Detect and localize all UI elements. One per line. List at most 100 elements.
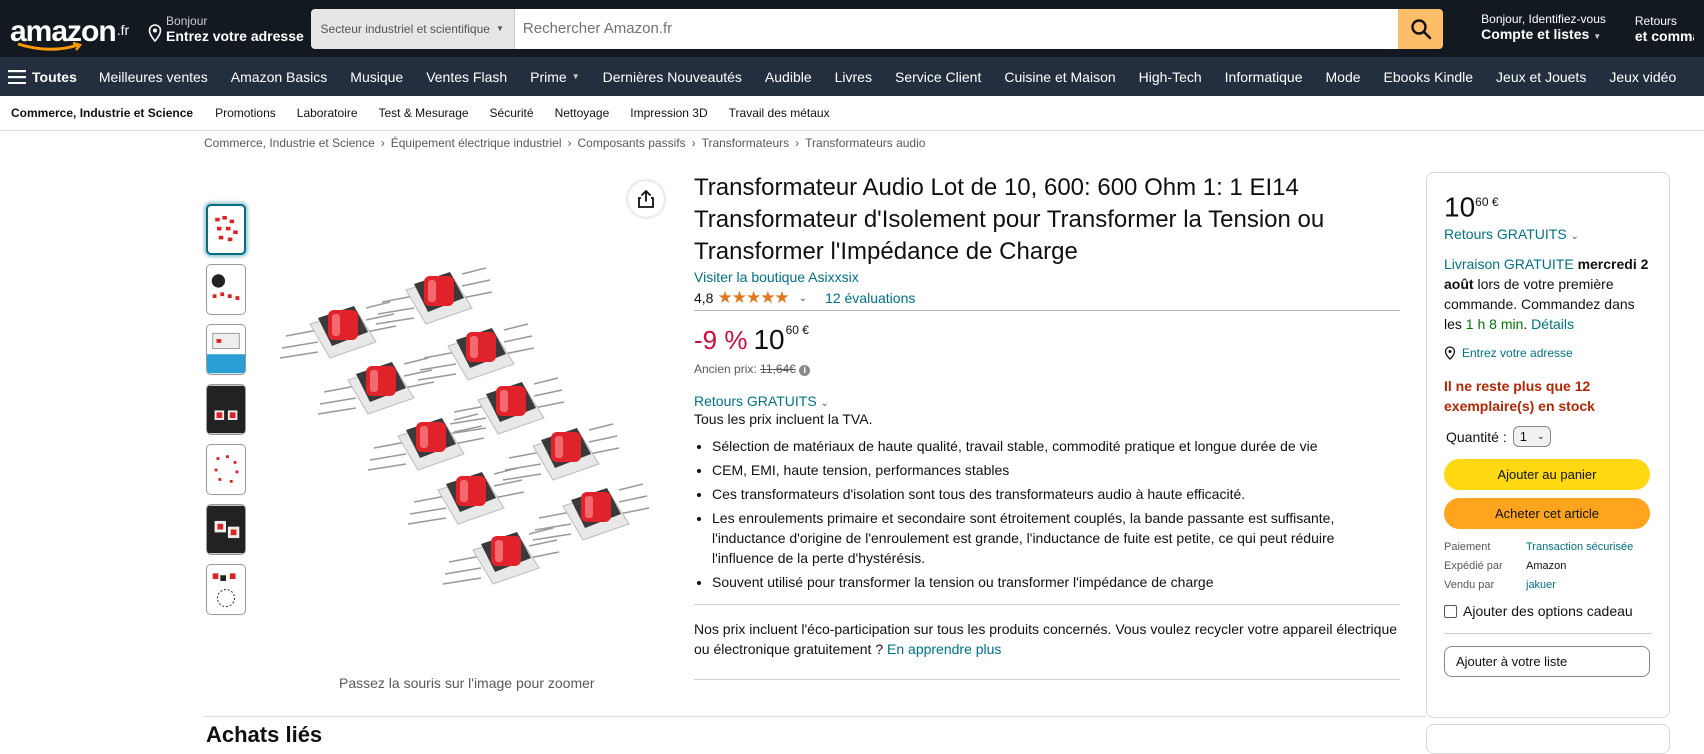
old-price: Ancien prix: 11,64€ i xyxy=(694,362,1400,376)
info-icon[interactable]: i xyxy=(799,365,811,376)
nav-item-ventes-flash[interactable]: Ventes Flash xyxy=(426,69,507,85)
buybox-price-whole: 10 xyxy=(1444,191,1476,223)
breadcrumb-separator: › xyxy=(691,136,696,150)
category-subnav: Commerce, Industrie et Science Promotion… xyxy=(0,96,1704,131)
nav-item-nouveautes[interactable]: Dernières Nouveautés xyxy=(603,69,742,85)
nav-item-high-tech[interactable]: High-Tech xyxy=(1139,69,1202,85)
nav-item-informatique[interactable]: Informatique xyxy=(1225,69,1303,85)
section-heading: Achats liés xyxy=(206,722,323,747)
gift-checkbox[interactable] xyxy=(1444,604,1457,618)
star-rating-icon[interactable]: ★★★★★ xyxy=(717,288,789,308)
buybox-address[interactable]: Entrez votre adresse xyxy=(1444,346,1652,360)
account-small: Bonjour, Identifiez-vous xyxy=(1481,12,1606,26)
buy-box: 1060 € Retours GRATUITS ⌄ Livraison GRAT… xyxy=(1426,172,1670,718)
subnav-item-securite[interactable]: Sécurité xyxy=(490,106,534,120)
breadcrumb-separator: › xyxy=(795,136,800,150)
details-link[interactable]: Détails xyxy=(1531,316,1574,332)
product-details: Transformateur Audio Lot de 10, 600: 600… xyxy=(694,172,1400,680)
payment-link[interactable]: Transaction sécurisée xyxy=(1526,541,1652,553)
transformer-unit xyxy=(532,483,650,541)
seller-info: Paiement Transaction sécurisée Expédié p… xyxy=(1444,541,1652,591)
divider xyxy=(694,604,1400,605)
discount-badge: -9 % xyxy=(694,325,748,355)
reviews-link[interactable]: 12 évaluations xyxy=(825,290,915,306)
buybox-address-link: Entrez votre adresse xyxy=(1462,346,1573,361)
nav-item-audible[interactable]: Audible xyxy=(765,69,812,85)
thumbnail-5[interactable] xyxy=(206,444,246,495)
add-to-list-button[interactable]: Ajouter à votre liste xyxy=(1444,646,1650,678)
feature-bullet: Ces transformateurs d'isolation sont tou… xyxy=(712,484,1400,504)
breadcrumb-link[interactable]: Équipement électrique industriel xyxy=(391,136,562,150)
subnav-item-test-mesurage[interactable]: Test & Mesurage xyxy=(379,106,469,120)
nav-item-jeux-jouets[interactable]: Jeux et Jouets xyxy=(1496,69,1586,85)
nav-item-meilleures-ventes[interactable]: Meilleures ventes xyxy=(99,69,208,85)
subnav-item-nettoyage[interactable]: Nettoyage xyxy=(555,106,610,120)
breadcrumb-link[interactable]: Composants passifs xyxy=(578,136,686,150)
subnav-item-laboratoire[interactable]: Laboratoire xyxy=(297,106,358,120)
search-button[interactable] xyxy=(1398,8,1444,49)
location-pin-icon xyxy=(148,23,162,42)
free-delivery-link[interactable]: Livraison GRATUITE xyxy=(1444,256,1574,272)
price-whole: 10 xyxy=(753,324,785,355)
search-category-dropdown[interactable]: Secteur industriel et scientifique ▼ xyxy=(310,8,515,49)
thumbnail-2[interactable] xyxy=(206,264,246,315)
nav-item-ebooks-kindle[interactable]: Ebooks Kindle xyxy=(1384,69,1474,85)
sold-label: Vendu par xyxy=(1444,579,1495,592)
thumbnail-6[interactable] xyxy=(206,504,246,555)
gift-options: Ajouter des options cadeau xyxy=(1444,603,1652,635)
buy-now-button[interactable]: Acheter cet article xyxy=(1444,498,1650,530)
thumbnail-1[interactable] xyxy=(206,204,246,255)
quantity-select[interactable]: 1 ⌄ xyxy=(1512,426,1552,448)
caret-down-icon: ▼ xyxy=(1593,32,1602,41)
nav-item-mode[interactable]: Mode xyxy=(1326,69,1361,85)
subnav-item-promotions[interactable]: Promotions xyxy=(215,106,276,120)
subnav-item-impression-3d[interactable]: Impression 3D xyxy=(630,106,707,120)
amazon-logo[interactable]: amazon .fr xyxy=(10,8,138,51)
nav-item-jeux-video[interactable]: Jeux vidéo xyxy=(1609,69,1676,85)
subnav-category-title[interactable]: Commerce, Industrie et Science xyxy=(11,106,193,120)
nav-all-menu[interactable]: Toutes xyxy=(8,69,77,85)
nav-item-prime-label: Prime xyxy=(530,68,567,85)
nav-all-label: Toutes xyxy=(32,68,77,85)
feature-bullet: Souvent utilisé pour transformer la tens… xyxy=(712,572,1400,592)
add-to-cart-button[interactable]: Ajouter au panier xyxy=(1444,459,1650,491)
price-fraction: 60 € xyxy=(785,323,809,337)
deliver-to[interactable]: Bonjour Entrez votre adresse xyxy=(138,14,311,44)
free-returns-link[interactable]: Retours GRATUITS ⌄ xyxy=(694,393,1400,409)
account-big: Compte et listes xyxy=(1481,26,1590,42)
store-link[interactable]: Visiter la boutique Asixxsix xyxy=(694,269,1400,285)
share-button[interactable] xyxy=(628,181,664,217)
chevron-down-icon: ⌄ xyxy=(820,398,829,409)
shipped-value: Amazon xyxy=(1526,560,1567,573)
breadcrumb-link[interactable]: Commerce, Industrie et Science xyxy=(204,136,375,150)
breadcrumb-link[interactable]: Transformateurs xyxy=(702,136,790,150)
smile-icon xyxy=(17,41,83,51)
thumbnail-3[interactable] xyxy=(206,324,246,375)
chevron-down-icon[interactable]: ⌄ xyxy=(799,293,807,304)
seller-link[interactable]: jakuer xyxy=(1526,579,1652,591)
nav-item-service-client[interactable]: Service Client xyxy=(895,69,981,85)
thumbnail-4[interactable] xyxy=(206,384,246,435)
nav-item-musique[interactable]: Musique xyxy=(350,69,403,85)
location-pin-icon xyxy=(1444,346,1456,361)
caret-down-icon: ▼ xyxy=(495,24,504,33)
thumbnail-7[interactable] xyxy=(206,564,246,615)
returns-orders[interactable]: Retours et commandes xyxy=(1635,14,1694,44)
delivery-sep: . xyxy=(1523,316,1532,333)
product-main-image[interactable] xyxy=(268,228,672,608)
transformer-unit xyxy=(447,377,565,435)
feature-bullets: Sélection de matériaux de haute qualité,… xyxy=(694,436,1400,592)
breadcrumb-link[interactable]: Transformateurs audio xyxy=(805,136,925,150)
feature-bullet: Les enroulements primaire et secondaire … xyxy=(712,508,1400,568)
subnav-item-travail-metaux[interactable]: Travail des métaux xyxy=(729,106,830,120)
search-category-label: Secteur industriel et scientifique xyxy=(320,21,490,36)
nav-item-prime[interactable]: Prime ▼ xyxy=(530,69,579,85)
buybox-free-returns[interactable]: Retours GRATUITS ⌄ xyxy=(1444,226,1652,242)
nav-item-amazon-basics[interactable]: Amazon Basics xyxy=(231,69,327,85)
nav-item-cuisine[interactable]: Cuisine et Maison xyxy=(1004,69,1115,85)
nav-item-livres[interactable]: Livres xyxy=(835,69,872,85)
learn-more-link[interactable]: En apprendre plus xyxy=(887,641,1001,657)
search-input[interactable] xyxy=(514,8,1399,49)
buybox-price: 1060 € xyxy=(1444,187,1652,222)
account-lists[interactable]: Bonjour, Identifiez-vous Compte et liste… xyxy=(1481,12,1629,45)
